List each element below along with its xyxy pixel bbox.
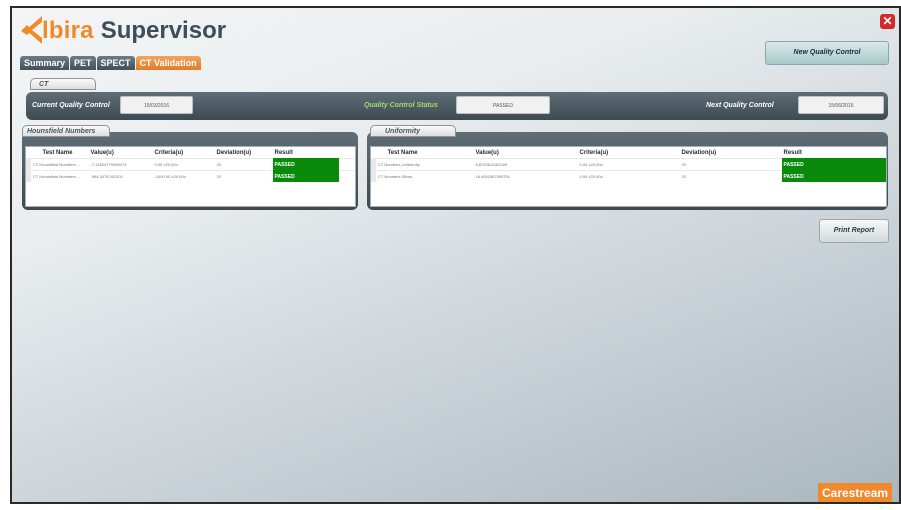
print-report-button[interactable]: Print Report xyxy=(819,219,889,243)
cell-deviation: 20 xyxy=(214,158,273,171)
current-qc-field: 15/03/2016 xyxy=(120,96,193,114)
new-quality-control-button[interactable]: New Quality Control xyxy=(765,41,889,65)
column-header-result: Result xyxy=(783,149,802,156)
column-header-deviation: Deviation(u) xyxy=(216,149,252,156)
column-header-criteria: Criteria(u) xyxy=(579,149,609,156)
qc-status-field: PASSED xyxy=(456,96,550,114)
column-header-deviation: Deviation(u) xyxy=(681,149,717,156)
qc-status-label: Quality Control Status xyxy=(364,102,438,109)
tab-bar: Summary PET SPECT CT Validation xyxy=(20,56,201,70)
table-row[interactable]: CT Hounsfield Numbers ... -7.14524779050… xyxy=(26,158,355,171)
cell-deviation: 20 xyxy=(679,170,782,182)
column-header-test-name: Test Name xyxy=(42,149,73,156)
tab-summary[interactable]: Summary xyxy=(20,56,70,70)
uniformity-table: Test Name Value(u) Criteria(u) Deviation… xyxy=(370,146,887,207)
cell-deviation: 20 xyxy=(214,170,273,182)
table-row[interactable]: CT Numbers Uniformity 8.8720611181005 0.… xyxy=(371,158,886,171)
column-header-value: Value(u) xyxy=(475,149,499,156)
uniformity-group-label: Uniformity xyxy=(370,125,456,137)
cell-value: 16.4052067055751 xyxy=(473,170,578,182)
tab-ct-validation[interactable]: CT Validation xyxy=(135,56,201,70)
tab-pet[interactable]: PET xyxy=(70,56,96,70)
cell-value: -994.3478 002101 xyxy=(88,170,153,182)
cell-test-name: CT Numbers Uniformity xyxy=(371,158,474,171)
cell-result: PASSED xyxy=(272,158,339,171)
hounsfield-group-label: Hounsfield Numbers xyxy=(22,125,110,137)
next-qc-label: Next Quality Control xyxy=(706,102,774,109)
brand-name: lbira xyxy=(42,17,94,44)
tab-spect[interactable]: SPECT xyxy=(96,56,135,70)
column-header-test-name: Test Name xyxy=(387,149,418,156)
cell-value: 8.8720611181005 xyxy=(473,158,578,171)
column-header-value: Value(u) xyxy=(90,149,114,156)
cell-criteria: 0.00 ±20.00u xyxy=(152,158,215,171)
cell-spacer xyxy=(338,158,355,171)
column-header-criteria: Criteria(u) xyxy=(154,149,184,156)
cell-criteria: 0.00 ±20.00u xyxy=(577,170,680,182)
column-header-spacer xyxy=(339,147,356,159)
next-qc-field: 15/06/2016 xyxy=(798,96,884,114)
cell-test-name: CT Numbers Slices xyxy=(371,170,474,182)
hounsfield-table: Test Name Value(u) Criteria(u) Deviation… xyxy=(25,146,356,207)
ibira-logo-icon xyxy=(21,16,42,44)
cell-result: PASSED xyxy=(781,170,886,182)
column-header-result: Result xyxy=(274,149,293,156)
carestream-logo: Carestream xyxy=(818,483,893,502)
cell-deviation: 20 xyxy=(679,158,782,171)
app-logo: lbira Supervisor xyxy=(18,14,226,48)
cell-test-name: CT Hounsfield Numbers ... xyxy=(26,158,89,171)
ct-info-bar: Current Quality Control 15/03/2016 Quali… xyxy=(26,92,888,120)
current-qc-label: Current Quality Control xyxy=(32,102,110,109)
cell-criteria: 0.00 ±20.00u xyxy=(577,158,680,171)
cell-result: PASSED xyxy=(781,158,886,171)
cell-test-name: CT Hounsfield Numbers ... xyxy=(26,170,89,182)
cell-value: -7.14524779050074 xyxy=(88,158,153,171)
cell-spacer xyxy=(338,170,355,182)
table-header-row: Test Name Value(u) Criteria(u) Deviation… xyxy=(29,147,356,159)
ct-group-label: CT xyxy=(30,78,96,90)
close-button[interactable]: ✕ xyxy=(880,14,895,29)
table-header-row: Test Name Value(u) Criteria(u) Deviation… xyxy=(374,147,887,159)
app-window: lbira Supervisor ✕ Summary PET SPECT CT … xyxy=(10,6,901,504)
cell-criteria: -1000.00 ±20.00u xyxy=(152,170,215,182)
app-title: Supervisor xyxy=(100,17,227,44)
cell-result: PASSED xyxy=(272,170,339,182)
table-row[interactable]: CT Numbers Slices 16.4052067055751 0.00 … xyxy=(371,170,886,182)
table-row[interactable]: CT Hounsfield Numbers ... -994.3478 0021… xyxy=(26,170,355,182)
